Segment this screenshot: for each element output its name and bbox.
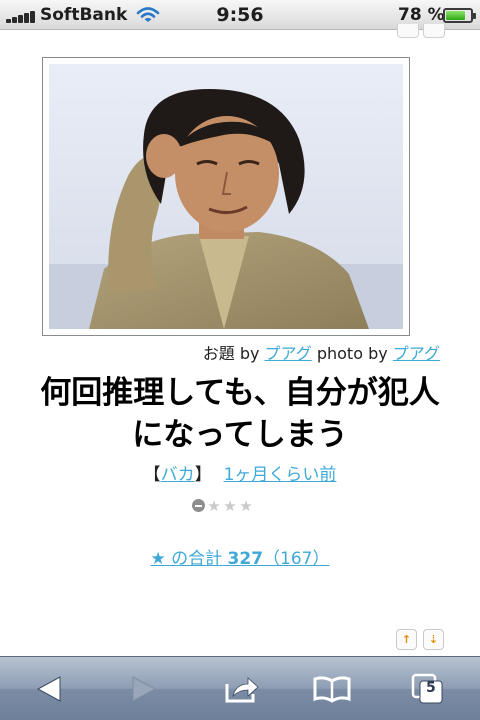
category-bracket-close: 】 <box>194 465 212 485</box>
back-button[interactable] <box>26 667 72 711</box>
bokete-title-line2: になってしまう <box>132 417 348 453</box>
odai-author-link[interactable]: プアグ <box>265 344 312 363</box>
scroll-up-button-partial[interactable] <box>397 24 419 38</box>
photo-author-link[interactable]: プアグ <box>393 344 440 363</box>
battery-icon <box>443 8 476 23</box>
bokete-meta: 【バカ】 1ヶ月くらい前 <box>0 460 480 485</box>
odai-by-label: お題 by <box>202 344 260 363</box>
forward-button[interactable] <box>121 667 167 711</box>
battery-percent: 78 % <box>398 5 445 25</box>
posted-time-link[interactable]: 1ヶ月くらい前 <box>224 465 337 485</box>
open-book-icon <box>313 676 351 703</box>
photo-by-label: photo by <box>316 344 388 363</box>
back-arrow-icon <box>36 676 61 702</box>
tabs-button[interactable]: 5 <box>405 667 451 711</box>
bokete-title: 何回推理しても、自分が犯人 になってしまう <box>0 372 480 456</box>
star-icon[interactable]: ★ <box>223 499 237 514</box>
scroll-to-top-button[interactable]: ↑ <box>396 629 417 650</box>
star-icon[interactable]: ★ <box>239 499 253 514</box>
star-icon[interactable]: ★ <box>207 499 221 514</box>
star-total-count: 327 <box>227 549 264 569</box>
share-button[interactable] <box>219 667 265 711</box>
scroll-buttons: ↑ ⇣ <box>396 629 444 650</box>
star-rating[interactable]: ★ ★ ★ <box>192 499 253 514</box>
category-bracket-open: 【 <box>143 465 161 485</box>
tab-count: 5 <box>426 680 436 696</box>
star-total-votes: （167） <box>263 549 330 569</box>
odai-photo[interactable] <box>42 57 410 336</box>
safari-toolbar: 5 <box>0 656 480 720</box>
star-total-link[interactable]: ★ の合計 327（167） <box>0 544 480 569</box>
bokete-title-line1: 何回推理しても、自分が犯人 <box>40 375 440 411</box>
scroll-to-bottom-button[interactable]: ⇣ <box>423 629 444 650</box>
star-total-label: ★ の合計 <box>150 549 223 569</box>
minus-circle-icon[interactable] <box>192 499 205 512</box>
photo-of-man-scratching-head-icon <box>49 64 403 329</box>
photo-credit: お題 by プアグ photo by プアグ <box>203 340 440 364</box>
category-link[interactable]: バカ <box>161 465 195 485</box>
scroll-down-button-partial[interactable] <box>423 24 445 38</box>
forward-arrow-icon <box>132 676 157 702</box>
bookmarks-button[interactable] <box>309 667 355 711</box>
share-icon <box>225 677 259 703</box>
